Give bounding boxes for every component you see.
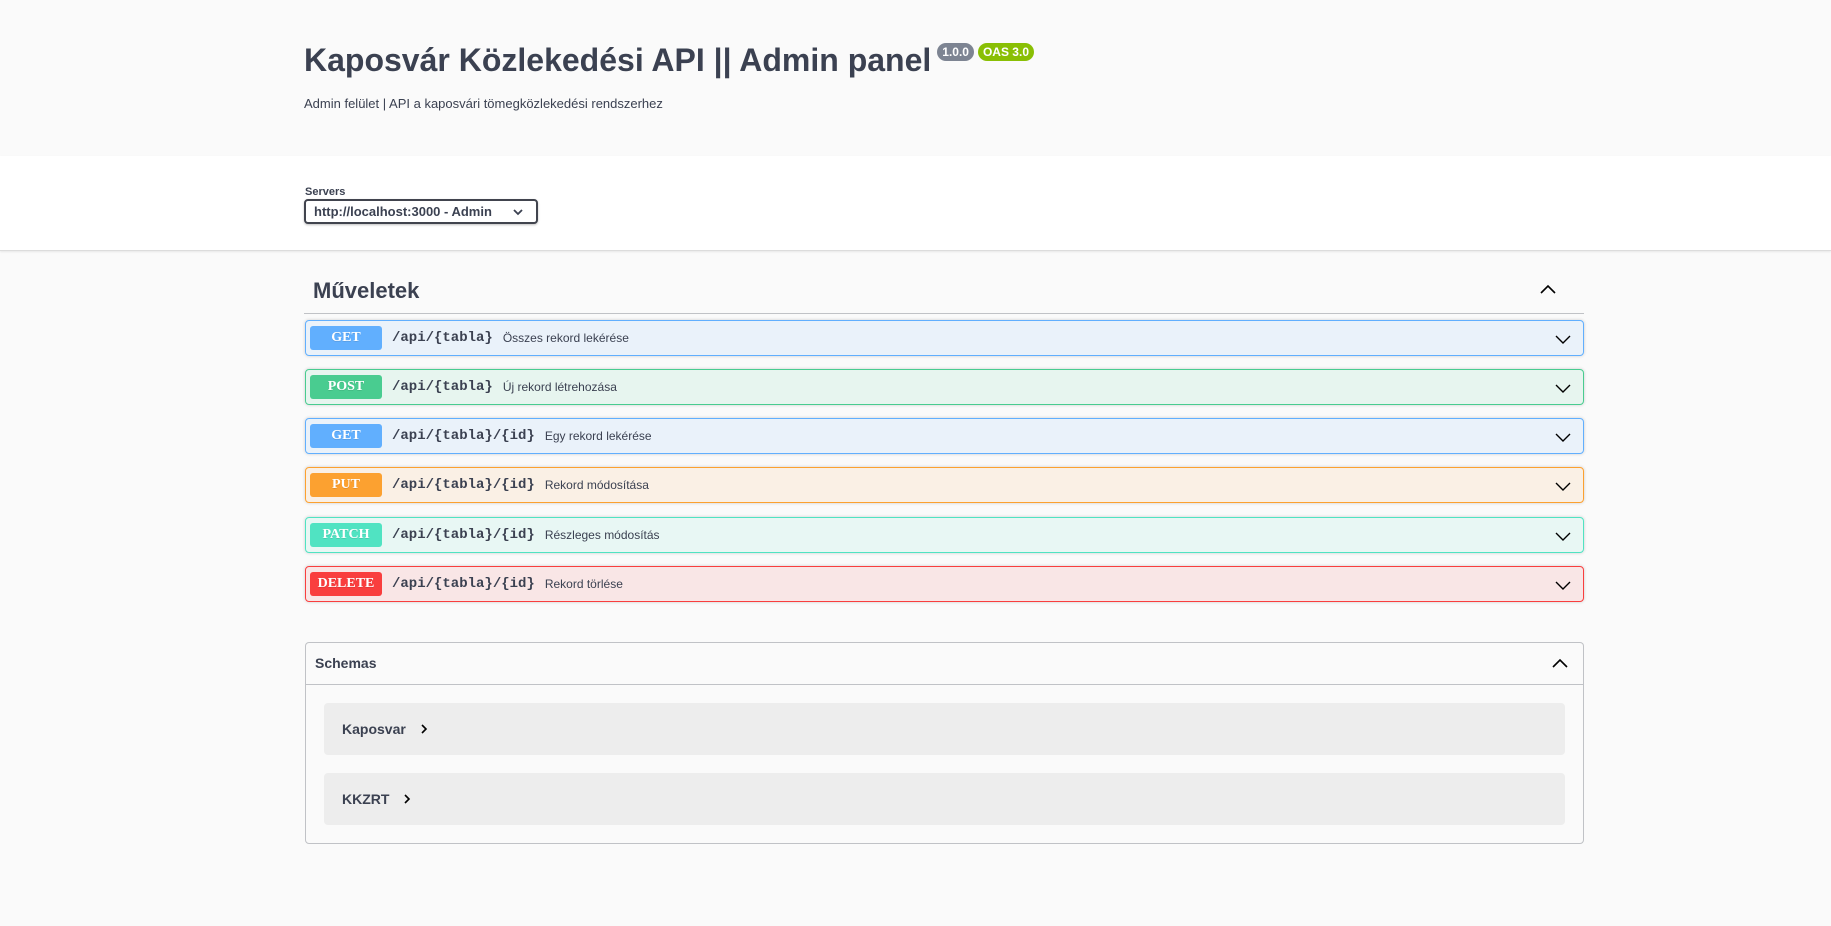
schema-model-name: Kaposvar	[342, 721, 406, 737]
operations-section-title: Műveletek	[313, 278, 420, 303]
operation-get-one[interactable]: GET /api/{tabla}/{id} Egy rekord lekérés…	[305, 418, 1584, 454]
operation-path: /api/{tabla}	[392, 379, 493, 395]
schema-model-kkzrt[interactable]: KKZRT	[324, 773, 1565, 825]
schema-model-name: KKZRT	[342, 791, 390, 807]
chevron-down-icon[interactable]	[1555, 429, 1571, 445]
operation-summary: Rekord módosítása	[544, 478, 649, 492]
operation-delete[interactable]: DELETE /api/{tabla}/{id} Rekord törlése	[305, 566, 1584, 602]
operation-summary: Részleges módosítás	[544, 528, 660, 542]
chevron-right-icon	[421, 724, 427, 734]
operation-post[interactable]: POST /api/{tabla} Új rekord létrehozása	[305, 369, 1584, 405]
chevron-down-icon[interactable]	[1555, 478, 1571, 494]
schemas-header[interactable]: Schemas	[306, 643, 1583, 685]
operation-summary: Rekord törlése	[544, 577, 623, 591]
operation-path: /api/{tabla}/{id}	[392, 428, 535, 444]
method-badge: POST	[310, 375, 382, 399]
operation-path: /api/{tabla}/{id}	[392, 576, 535, 592]
operation-summary: Új rekord létrehozása	[502, 380, 617, 394]
schema-model-kaposvar[interactable]: Kaposvar	[324, 703, 1565, 755]
method-badge: DELETE	[310, 572, 382, 596]
api-title: Kaposvár Közlekedési API || Admin panel	[304, 42, 932, 78]
servers-selected-value: http://localhost:3000 - Admin	[314, 204, 492, 219]
version-badge: 1.0.0	[937, 43, 974, 61]
operation-summary: Összes rekord lekérése	[502, 331, 629, 345]
operation-path: /api/{tabla}/{id}	[392, 477, 535, 493]
method-badge: GET	[310, 326, 382, 350]
oas-badge: OAS 3.0	[977, 43, 1034, 61]
chevron-right-icon	[404, 794, 411, 804]
chevron-down-icon	[513, 209, 523, 216]
servers-section	[0, 156, 1831, 251]
operation-patch[interactable]: PATCH /api/{tabla}/{id} Részleges módosí…	[305, 517, 1584, 553]
chevron-down-icon[interactable]	[1555, 331, 1571, 347]
operation-get-all[interactable]: GET /api/{tabla} Összes rekord lekérése	[305, 320, 1584, 356]
schemas-section: Schemas Kaposvar KKZRT	[305, 642, 1584, 844]
method-badge: PATCH	[310, 523, 382, 547]
method-badge: PUT	[310, 473, 382, 497]
api-description: Admin felület | API a kaposvári tömegköz…	[304, 96, 663, 111]
chevron-down-icon[interactable]	[1555, 577, 1571, 593]
operation-summary: Egy rekord lekérése	[544, 429, 652, 443]
operation-path: /api/{tabla}	[392, 330, 493, 346]
chevron-up-icon[interactable]	[1551, 655, 1569, 673]
chevron-up-icon[interactable]	[1538, 280, 1558, 300]
servers-select[interactable]: http://localhost:3000 - Admin	[304, 199, 538, 224]
method-badge: GET	[310, 424, 382, 448]
operation-path: /api/{tabla}/{id}	[392, 527, 535, 543]
api-title-row: Kaposvár Közlekedési API || Admin panel …	[304, 40, 1034, 80]
servers-label: Servers	[305, 186, 346, 198]
operation-put[interactable]: PUT /api/{tabla}/{id} Rekord módosítása	[305, 467, 1584, 503]
chevron-down-icon[interactable]	[1555, 380, 1571, 396]
schemas-title: Schemas	[315, 655, 377, 671]
chevron-down-icon[interactable]	[1555, 528, 1571, 544]
operations-section-header[interactable]: Műveletek	[304, 270, 1584, 314]
